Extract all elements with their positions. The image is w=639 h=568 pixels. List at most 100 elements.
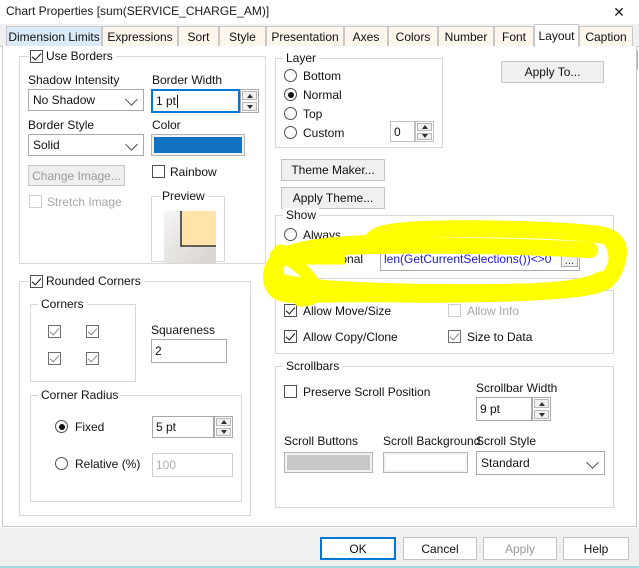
layout-tab-panel: Use Borders Shadow Intensity No Shadow B… [2,46,637,527]
spinner-up-icon[interactable] [242,91,257,100]
corners-label: Corners [38,297,87,311]
spinner-down-icon[interactable] [417,132,432,140]
size-to-data-checkbox[interactable] [448,330,461,343]
layer-custom-value: 0 [394,124,401,139]
rainbow-checkbox[interactable] [152,165,165,178]
corner-radius-label: Corner Radius [38,388,122,402]
corner-top-right-checkbox[interactable] [86,325,99,338]
change-image-button[interactable]: Change Image... [28,165,125,186]
tab-colors[interactable]: Colors [388,26,438,46]
chevron-down-icon [586,456,599,469]
tab-expressions[interactable]: Expressions [102,26,178,46]
stretch-image-label: Stretch Image [47,195,122,209]
scroll-background-swatch[interactable] [383,452,468,473]
show-conditional-radio[interactable] [284,252,297,265]
tab-caption[interactable]: Caption [579,26,633,46]
layer-label: Layer [283,51,320,65]
border-color-label: Color [152,118,181,132]
close-icon[interactable]: ✕ [599,0,639,24]
show-conditional-expression-input[interactable]: len(GetCurrentSelections())<>0 [380,247,580,271]
help-button[interactable]: Help [563,537,629,560]
scroll-style-combo[interactable]: Standard [476,451,605,475]
spinner-down-icon[interactable] [242,102,257,111]
squareness-input[interactable]: 2 [151,339,227,363]
spinner-down-icon[interactable] [534,410,549,419]
preview-group: Preview [151,189,225,263]
apply-theme-button[interactable]: Apply Theme... [281,187,385,209]
tab-font[interactable]: Font [494,26,534,46]
border-color-swatch[interactable] [151,134,245,156]
corner-bottom-left-checkbox[interactable] [48,352,61,365]
corner-radius-fixed-radio[interactable] [55,420,68,433]
scrollbar-width-label: Scrollbar Width [476,381,558,395]
tab-dimension-limits[interactable]: Dimension Limits [6,26,102,46]
corner-top-left-checkbox[interactable] [48,325,61,338]
scrollbars-group: Scrollbars Preserve Scroll Position Scro… [275,359,614,508]
allow-move-size-label: Allow Move/Size [303,304,392,318]
preserve-scroll-position-checkbox[interactable] [284,385,297,398]
show-label: Show [283,208,320,222]
border-width-input[interactable]: 1 pt [151,89,240,113]
border-style-combo[interactable]: Solid [28,134,144,156]
spinner-down-icon[interactable] [216,428,231,436]
layer-normal-radio[interactable] [284,88,297,101]
show-conditional-expression-ellipsis-button[interactable]: ... [561,251,578,267]
corner-bottom-right-checkbox[interactable] [86,352,99,365]
spinner-up-icon[interactable] [417,123,432,131]
scroll-style-value: Standard [481,456,530,470]
border-width-spinner[interactable] [240,89,259,113]
corner-radius-spinner[interactable] [214,416,233,438]
scrollbar-width-value: 9 pt [480,402,501,416]
squareness-value: 2 [155,344,162,358]
tab-axes[interactable]: Axes [344,26,388,46]
corners-group: Corners [30,297,136,382]
corner-radius-fixed-input[interactable]: 5 pt [152,416,214,438]
cancel-button[interactable]: Cancel [403,537,477,560]
tab-presentation[interactable]: Presentation [266,26,344,46]
preview-thumbnail [164,211,216,263]
tab-layout[interactable]: Layout [534,24,579,47]
tab-style[interactable]: Style [219,26,266,46]
layer-custom-label: Custom [303,126,345,140]
scrollbar-width-input[interactable]: 9 pt [476,397,532,421]
stretch-image-checkbox[interactable] [29,195,42,208]
ok-button[interactable]: OK [320,537,396,560]
shadow-intensity-value: No Shadow [33,93,96,107]
tab-sort[interactable]: Sort [178,26,219,46]
shadow-intensity-label: Shadow Intensity [28,73,120,87]
layer-bottom-radio[interactable] [284,69,297,82]
window-title: Chart Properties [sum(SERVICE_CHARGE_AM)… [6,4,270,18]
title-bar: Chart Properties [sum(SERVICE_CHARGE_AM)… [0,0,639,24]
chevron-down-icon [125,138,138,151]
corner-radius-relative-input[interactable]: 100 [152,453,233,477]
rounded-corners-checkbox[interactable] [30,275,43,288]
scroll-buttons-swatch[interactable] [284,452,373,473]
theme-maker-button[interactable]: Theme Maker... [281,159,385,181]
show-group: Show Always Conditional len(GetCurrentSe… [275,208,614,279]
allow-copy-clone-checkbox[interactable] [284,330,297,343]
corner-radius-relative-radio[interactable] [55,457,68,470]
allow-move-size-checkbox[interactable] [284,304,297,317]
layer-custom-radio[interactable] [284,126,297,139]
preserve-scroll-position-label: Preserve Scroll Position [303,385,431,399]
layer-top-radio[interactable] [284,107,297,120]
shadow-intensity-combo[interactable]: No Shadow [28,89,144,111]
corner-radius-group: Corner Radius Fixed 5 pt Relative (%) 10… [30,388,242,502]
spinner-up-icon[interactable] [534,399,549,408]
chevron-down-icon [125,93,138,106]
use-borders-checkbox[interactable] [30,50,43,63]
scrollbar-width-spinner[interactable] [532,397,551,421]
corner-radius-relative-label: Relative (%) [75,457,141,471]
border-style-value: Solid [33,138,60,152]
layer-group: Layer Bottom Normal Top Custom 0 [275,51,443,148]
layer-bottom-label: Bottom [303,69,342,83]
spinner-up-icon[interactable] [216,418,231,426]
show-always-radio[interactable] [284,228,297,241]
layer-top-label: Top [303,107,323,121]
apply-button[interactable]: Apply [483,537,557,560]
layer-custom-input[interactable]: 0 [390,121,415,142]
layer-custom-spinner[interactable] [415,121,434,142]
allow-info-checkbox[interactable] [448,304,461,317]
tab-number[interactable]: Number [438,26,494,46]
apply-to-button[interactable]: Apply To... [501,61,604,83]
